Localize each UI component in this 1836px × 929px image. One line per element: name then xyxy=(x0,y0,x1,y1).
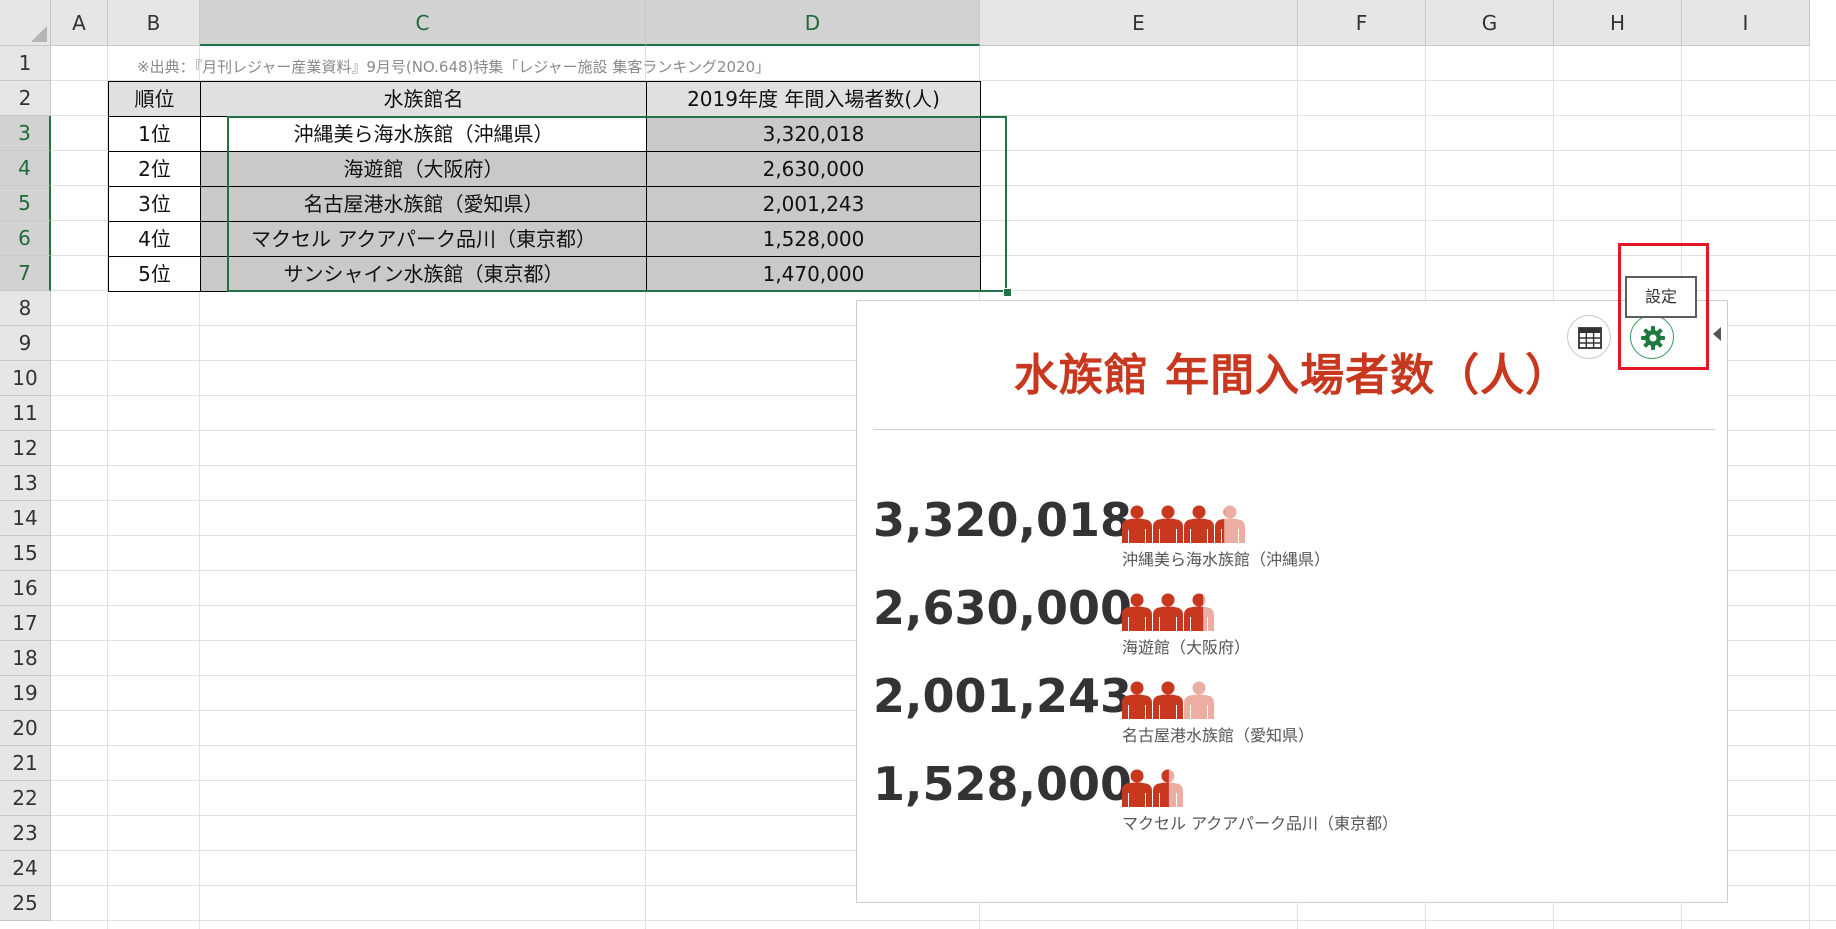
select-all-triangle-icon xyxy=(31,26,47,42)
chart-divider xyxy=(873,429,1715,430)
visitors-cell[interactable]: 3,320,018 xyxy=(646,116,981,152)
column-header-b[interactable]: B xyxy=(108,0,200,46)
row-header-10[interactable]: 10 xyxy=(0,361,51,396)
row-header-25[interactable]: 25 xyxy=(0,886,51,921)
aquarium-name-cell[interactable]: 沖縄美ら海水族館（沖縄県） xyxy=(200,116,647,152)
person-icon xyxy=(1122,769,1152,807)
fill-handle[interactable] xyxy=(1003,288,1012,297)
settings-tooltip: 設定 xyxy=(1625,276,1697,318)
row-header-17[interactable]: 17 xyxy=(0,606,51,641)
expand-arrow-icon[interactable] xyxy=(1713,327,1721,341)
row-header-1[interactable]: 1 xyxy=(0,46,51,81)
spreadsheet: ABCDEFGHI 1 2 3 4 5 6 7 8 9 10 11 12 13 14 15 16 17 18 19 2… xyxy=(0,0,1836,929)
column-header-a[interactable]: A xyxy=(51,0,108,46)
row-header-8[interactable]: 8 xyxy=(0,291,51,326)
aquarium-name-cell[interactable]: 海遊館（大阪府） xyxy=(200,151,647,187)
row-header-23[interactable]: 23 xyxy=(0,816,51,851)
chart-value: 2,001,243 xyxy=(873,669,1132,723)
visitors-cell[interactable]: 1,470,000 xyxy=(646,256,981,292)
settings-button[interactable] xyxy=(1630,315,1674,359)
person-icon xyxy=(1122,593,1152,631)
row-header-12[interactable]: 12 xyxy=(0,431,51,466)
person-icon xyxy=(1122,681,1152,719)
row-header-20[interactable]: 20 xyxy=(0,711,51,746)
row-header-3[interactable]: 3 xyxy=(0,116,51,151)
row-header-19[interactable]: 19 xyxy=(0,676,51,711)
row-header-15[interactable]: 15 xyxy=(0,536,51,571)
row-header-14[interactable]: 14 xyxy=(0,501,51,536)
person-icon xyxy=(1122,505,1152,543)
visitors-cell[interactable]: 2,630,000 xyxy=(646,151,981,187)
rank-cell[interactable]: 3位 xyxy=(108,186,201,222)
select-all-corner[interactable] xyxy=(0,0,51,46)
chart-value: 2,630,000 xyxy=(873,581,1132,635)
chart-item-label: 海遊館（大阪府） xyxy=(1122,638,1251,657)
rank-cell[interactable]: 4位 xyxy=(108,221,201,257)
person-icon xyxy=(1153,593,1183,631)
person-icon xyxy=(1153,769,1183,807)
row-header-5[interactable]: 5 xyxy=(0,186,51,221)
person-icon xyxy=(1184,593,1214,631)
row-header-13[interactable]: 13 xyxy=(0,466,51,501)
row-header-6[interactable]: 6 xyxy=(0,221,51,256)
row-header-22[interactable]: 22 xyxy=(0,781,51,816)
data-button[interactable] xyxy=(1567,315,1611,359)
chart-value: 1,528,000 xyxy=(873,757,1132,811)
row-header-18[interactable]: 18 xyxy=(0,641,51,676)
person-icon xyxy=(1153,681,1183,719)
table-header-cell[interactable]: 水族館名 xyxy=(200,81,647,117)
rank-cell[interactable]: 2位 xyxy=(108,151,201,187)
table-icon xyxy=(1578,327,1602,349)
aquarium-name-cell[interactable]: マクセル アクアパーク品川（東京都） xyxy=(200,221,647,257)
column-header-i[interactable]: I xyxy=(1682,0,1810,46)
person-icon xyxy=(1215,505,1245,543)
source-note[interactable]: ※出典：『月刊レジャー産業資料』9月号(NO.648)特集「レジャー施設 集客ラ… xyxy=(137,56,770,77)
chart-item-label: 沖縄美ら海水族館（沖縄県） xyxy=(1122,550,1331,569)
row-header-4[interactable]: 4 xyxy=(0,151,51,186)
table-header-cell[interactable]: 2019年度 年間入場者数(人) xyxy=(646,81,981,117)
visitors-cell[interactable]: 1,528,000 xyxy=(646,221,981,257)
row-header-21[interactable]: 21 xyxy=(0,746,51,781)
rank-cell[interactable]: 5位 xyxy=(108,256,201,292)
gear-icon xyxy=(1641,326,1665,350)
person-icon xyxy=(1184,681,1214,719)
row-header-2[interactable]: 2 xyxy=(0,81,51,116)
column-header-f[interactable]: F xyxy=(1298,0,1426,46)
column-header-d[interactable]: D xyxy=(646,0,980,46)
column-header-g[interactable]: G xyxy=(1426,0,1554,46)
visitors-cell[interactable]: 2,001,243 xyxy=(646,186,981,222)
table-header-cell[interactable]: 順位 xyxy=(108,81,201,117)
column-header-h[interactable]: H xyxy=(1554,0,1682,46)
column-header-c[interactable]: C xyxy=(200,0,646,46)
row-header-9[interactable]: 9 xyxy=(0,326,51,361)
rank-cell[interactable]: 1位 xyxy=(108,116,201,152)
column-header-e[interactable]: E xyxy=(980,0,1298,46)
row-header-11[interactable]: 11 xyxy=(0,396,51,431)
row-header-24[interactable]: 24 xyxy=(0,851,51,886)
row-header-7[interactable]: 7 xyxy=(0,256,51,291)
grid-line-h xyxy=(51,920,1836,921)
grid-line-v xyxy=(1809,46,1810,929)
chart-item-label: マクセル アクアパーク品川（東京都） xyxy=(1122,814,1398,833)
aquarium-name-cell[interactable]: 名古屋港水族館（愛知県） xyxy=(200,186,647,222)
person-icon xyxy=(1184,505,1214,543)
chart-item-label: 名古屋港水族館（愛知県） xyxy=(1122,726,1315,745)
person-icon xyxy=(1153,505,1183,543)
chart-value: 3,320,018 xyxy=(873,493,1132,547)
aquarium-name-cell[interactable]: サンシャイン水族館（東京都） xyxy=(200,256,647,292)
row-header-16[interactable]: 16 xyxy=(0,571,51,606)
